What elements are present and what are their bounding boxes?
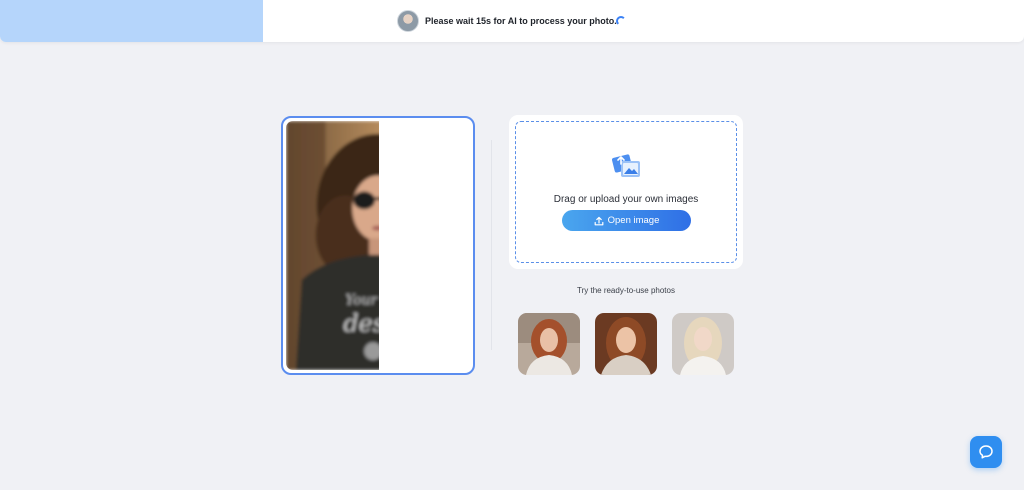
status-group: Please wait 15s for AI to process your p… [397,10,617,32]
processing-status-bar: Please wait 15s for AI to process your p… [0,0,1024,42]
comparison-frame: Your design [286,121,470,370]
status-message: Please wait 15s for AI to process your p… [425,16,617,26]
open-image-label: Open image [607,215,660,226]
image-upload-icon [612,154,640,177]
sample-photo-1[interactable] [518,313,580,375]
progress-fill [0,0,264,42]
svg-text:design: design [343,309,422,337]
column-separator [491,140,492,350]
chat-support-button[interactable] [970,436,1002,468]
upload-arrow-icon [594,216,604,225]
upload-dropzone[interactable]: Drag or upload your own images Open imag… [515,121,737,263]
upload-prompt: Drag or upload your own images [553,194,699,205]
sample-photo-2[interactable] [595,313,657,375]
comparison-image: Your design [286,121,470,370]
open-image-button[interactable]: Open image [562,210,691,231]
samples-heading: Try the ready-to-use photos [577,286,675,295]
sample-photo-3[interactable] [672,313,734,375]
before-after-comparison[interactable]: Your design [281,116,475,375]
loading-spinner-icon [616,16,626,26]
chat-bubble-icon [979,445,993,459]
svg-text:Your: Your [345,293,378,309]
status-avatar [397,10,419,32]
upload-card: Drag or upload your own images Open imag… [509,115,743,269]
comparison-slider-handle[interactable] [379,121,382,370]
